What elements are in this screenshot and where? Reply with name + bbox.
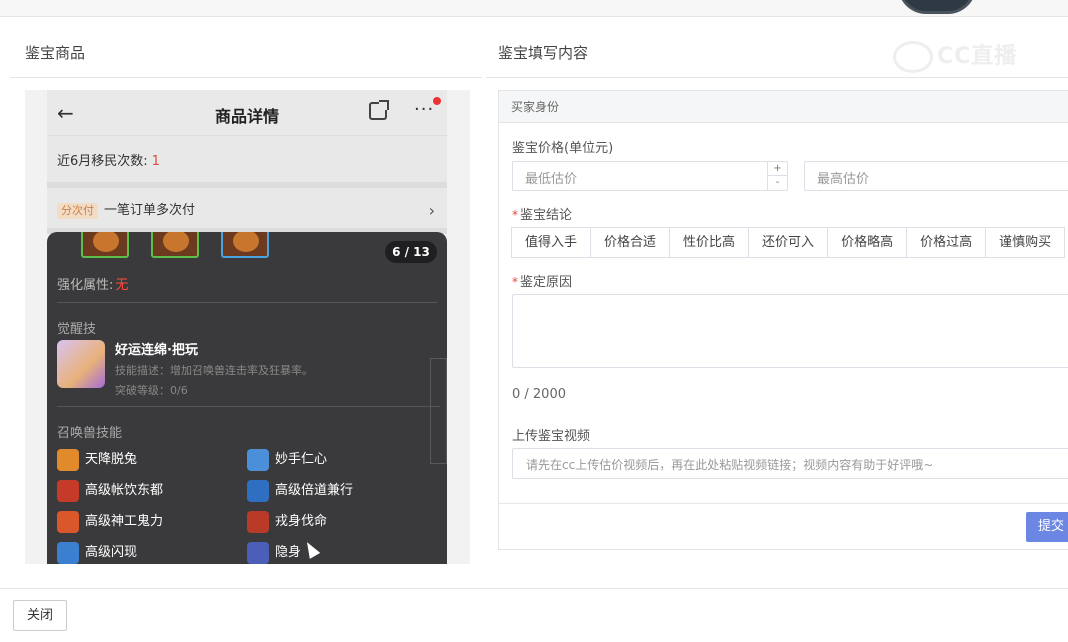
required-mark: *	[512, 208, 518, 222]
reason-textarea[interactable]	[512, 294, 1068, 368]
watermark-ring-icon	[893, 41, 933, 73]
video-url-placeholder: 请先在cc上传估价视频后，再在此处粘贴视频链接；视频内容有助于好评哦~	[526, 458, 934, 472]
conclusion-option[interactable]: 价格合适	[590, 227, 671, 258]
item-detail-panel: 6 / 13 强化属性: 无 觉醒技 好运连绵·把玩 技能描述：增加召唤兽连击率及…	[47, 232, 447, 564]
page-badge: 6 / 13	[385, 241, 437, 263]
conclusion-option[interactable]: 谨慎购买	[985, 227, 1066, 258]
installment-row: 分次付 一笔订单多次付 ›	[47, 188, 447, 234]
installment-text: 一笔订单多次付	[104, 203, 196, 218]
phone-screen: ← 商品详情 ··· 近6月移民次数: 1 分次付 一笔订单多次付 › 6 / 13…	[47, 90, 447, 564]
migrate-row: 近6月移民次数: 1	[47, 136, 447, 188]
decrement-button[interactable]: -	[768, 176, 787, 190]
awaken-heading: 觉醒技	[57, 322, 97, 337]
summon-skill: 高级倍道兼行	[247, 479, 353, 502]
awaken-skill-level: 突破等级：0/6	[115, 384, 188, 397]
chevron-right-icon: ›	[428, 201, 435, 220]
video-url-input[interactable]: 请先在cc上传估价视频后，再在此处粘贴视频链接；视频内容有助于好评哦~	[512, 448, 1068, 479]
more-icon: ···	[414, 99, 435, 120]
summon-skill: 高级帐饮东都	[57, 479, 163, 502]
phone-header: ← 商品详情 ···	[47, 90, 447, 136]
skill-icon	[247, 541, 269, 564]
summon-skill: 高级神工鬼力	[57, 510, 163, 533]
share-icon	[369, 100, 389, 120]
conclusion-option[interactable]: 价格过高	[906, 227, 987, 258]
summon-heading: 召唤兽技能	[57, 426, 123, 441]
submit-button[interactable]: 提交	[1026, 512, 1068, 542]
skill-icon	[57, 448, 79, 471]
summon-skill: 戎身伐命	[247, 510, 327, 533]
thumbnail-2	[151, 232, 199, 258]
thumbnail-3	[221, 232, 269, 258]
skill-icon	[247, 448, 269, 471]
skill-icon	[57, 479, 79, 502]
increment-button[interactable]: +	[768, 162, 787, 176]
migrate-label: 近6月移民次数:	[57, 154, 148, 169]
summon-skill: 高级闪现	[57, 541, 137, 564]
summon-skill: 天降脱兔	[57, 448, 137, 471]
conclusion-option[interactable]: 价格略高	[827, 227, 908, 258]
scrollbar[interactable]	[430, 358, 447, 464]
watermark-logo: CC直播	[893, 38, 1043, 78]
migrate-value: 1	[151, 154, 160, 169]
divider	[57, 302, 437, 303]
skill-icon	[57, 510, 79, 533]
summon-skill: 隐身	[247, 541, 301, 564]
skill-icon	[57, 541, 79, 564]
notification-dot-icon	[433, 97, 441, 105]
awaken-skill-icon	[57, 340, 105, 388]
close-button[interactable]: 关闭	[13, 600, 67, 631]
video-label: 上传鉴宝视频	[512, 429, 591, 444]
min-price-stepper[interactable]: + -	[767, 162, 787, 190]
divider	[57, 406, 440, 407]
enhance-attr: 强化属性: 无	[57, 278, 129, 293]
form-footer-divider	[499, 503, 1068, 504]
max-price-placeholder: 最高估价	[817, 172, 870, 187]
mouse-cursor-icon	[301, 539, 321, 559]
footer-divider	[0, 588, 1068, 589]
price-label: 鉴宝价格(单位元)	[512, 141, 614, 156]
product-screenshot: ← 商品详情 ··· 近6月移民次数: 1 分次付 一笔订单多次付 › 6 / 13…	[25, 90, 470, 564]
conclusion-option[interactable]: 还价可入	[748, 227, 829, 258]
right-section-title: 鉴宝填写内容	[498, 44, 589, 62]
skill-icon	[247, 510, 269, 533]
appraisal-form: 买家身份 鉴宝价格(单位元) 最低估价 + - 最高估价 * 鉴宝结论 值得入手 价…	[498, 90, 1068, 550]
min-price-placeholder: 最低估价	[525, 172, 578, 187]
skill-icon	[247, 479, 269, 502]
conclusion-label: * 鉴宝结论	[512, 208, 573, 223]
left-divider	[10, 77, 482, 78]
min-price-input[interactable]: 最低估价 + -	[512, 161, 788, 191]
thumbnail-1	[81, 232, 129, 258]
required-mark: *	[512, 275, 518, 289]
conclusion-option[interactable]: 值得入手	[511, 227, 592, 258]
conclusion-options: 值得入手 价格合适 性价比高 还价可入 价格略高 价格过高 谨慎购买	[511, 227, 1066, 258]
left-section-title: 鉴宝商品	[25, 44, 86, 62]
form-section-head: 买家身份	[499, 91, 1068, 123]
reason-label: * 鉴定原因	[512, 275, 573, 290]
summon-skill: 妙手仁心	[247, 448, 327, 471]
conclusion-option[interactable]: 性价比高	[669, 227, 750, 258]
awaken-skill-name: 好运连绵·把玩	[115, 343, 198, 358]
installment-tag: 分次付	[57, 203, 98, 219]
max-price-input[interactable]: 最高估价	[804, 161, 1068, 191]
awaken-skill-desc: 技能描述：增加召唤兽连击率及狂暴率。	[115, 364, 313, 377]
char-counter: 0 / 2000	[512, 387, 566, 402]
